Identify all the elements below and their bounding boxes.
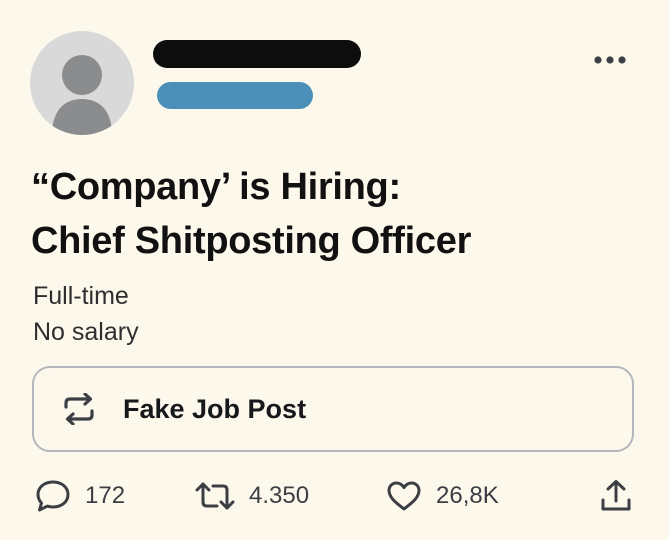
reply-count: 172	[85, 482, 126, 509]
quoted-post-label: Fake Job Post	[123, 393, 307, 424]
heart-icon	[386, 480, 422, 512]
salary-info: No salary	[33, 318, 139, 346]
more-horizontal-icon	[594, 56, 626, 64]
reply-button[interactable]: 172	[35, 476, 125, 516]
more-options-button[interactable]	[588, 46, 632, 74]
like-count: 26,8K	[436, 482, 499, 509]
repost-icon	[60, 390, 98, 428]
employment-type: Full-time	[33, 282, 129, 310]
headline-line-1: “Company’ is Hiring:	[31, 166, 401, 208]
job-details: Full-time No salary	[33, 278, 139, 350]
share-button[interactable]	[599, 476, 633, 516]
redacted-username[interactable]	[157, 82, 313, 109]
avatar[interactable]	[30, 31, 134, 135]
repost-icon	[195, 480, 235, 512]
reply-bubble-icon	[35, 479, 71, 513]
like-button[interactable]: 26,8K	[386, 476, 499, 516]
post-card: “Company’ is Hiring: Chief Shitposting O…	[0, 0, 669, 540]
share-upload-icon	[599, 479, 633, 513]
post-headline: “Company’ is Hiring: Chief Shitposting O…	[31, 160, 651, 268]
default-user-icon	[52, 55, 112, 135]
headline-line-2: Chief Shitposting Officer	[31, 220, 472, 262]
quoted-post-card[interactable]: Fake Job Post	[32, 366, 634, 452]
redacted-display-name[interactable]	[153, 40, 361, 68]
repost-button[interactable]: 4.350	[195, 476, 309, 516]
repost-count: 4.350	[249, 482, 310, 509]
